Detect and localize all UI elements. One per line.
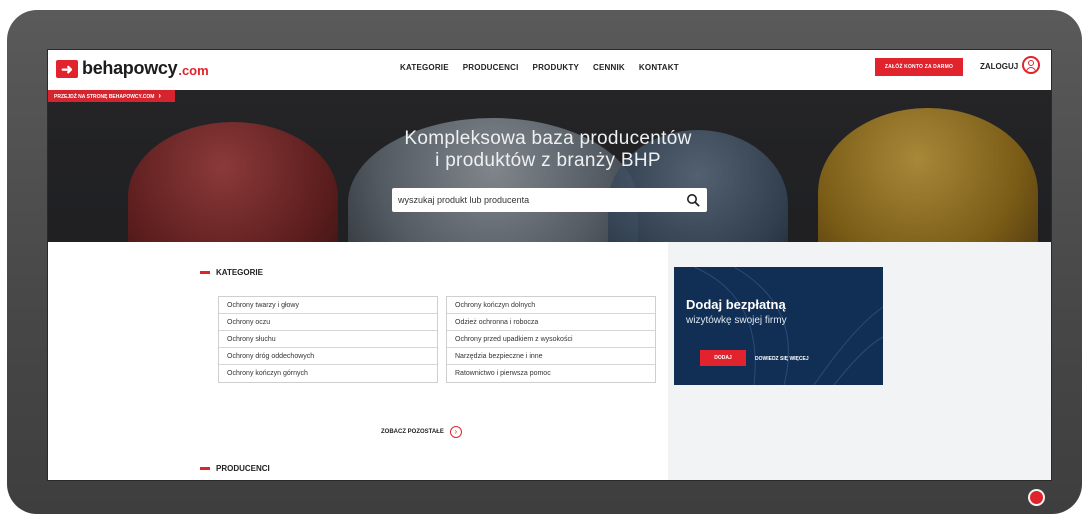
nav-item-cennik[interactable]: CENNIK <box>593 63 625 72</box>
nav-item-produkty[interactable]: PRODUKTY <box>533 63 580 72</box>
arrow-circle-icon: › <box>449 426 462 438</box>
category-item[interactable]: Ochrony kończyn dolnych <box>447 297 655 314</box>
login-link[interactable]: ZALOGUJ <box>980 62 1018 71</box>
browser-screen: ➜ behapowcy .com KATEGORIE PRODUCENCI PR… <box>48 50 1051 480</box>
categories-list-right: Ochrony kończyn dolnych Odzież ochronna … <box>446 296 656 383</box>
nav-item-producenci[interactable]: PRODUCENCI <box>463 63 519 72</box>
category-item[interactable]: Ochrony oczu <box>219 314 437 331</box>
categories-heading: KATEGORIE <box>200 268 263 277</box>
search-input[interactable] <box>398 188 678 212</box>
category-item[interactable]: Ochrony twarzy i głowy <box>219 297 437 314</box>
promo-title: Dodaj bezpłatną <box>686 297 786 312</box>
promo-pattern <box>693 267 883 385</box>
search-icon[interactable] <box>686 193 700 207</box>
goto-site-ribbon[interactable]: PRZEJDŹ NA STRONĘ BEHAPOWCY.COM › <box>48 90 176 102</box>
search-bar <box>392 188 707 212</box>
category-label: Ochrony przed upadkiem z wysokości <box>455 335 573 343</box>
category-label: Ochrony twarzy i głowy <box>227 301 299 309</box>
logo-arrow-icon: ➜ <box>56 59 78 78</box>
logo-tld: .com <box>178 63 209 78</box>
category-label: Ochrony kończyn dolnych <box>455 301 536 309</box>
see-more-link[interactable]: ZOBACZ POZOSTAŁE › <box>381 426 462 438</box>
hero-title-line1: Kompleksowa baza producentów <box>404 128 692 149</box>
heading-dash <box>200 271 210 274</box>
category-label: Ochrony kończyn górnych <box>227 370 308 377</box>
ribbon-label: PRZEJDŹ NA STRONĘ BEHAPOWCY.COM <box>54 94 155 100</box>
categories-list-left: Ochrony twarzy i głowy Ochrony oczu Ochr… <box>218 296 438 383</box>
categories-title: KATEGORIE <box>216 268 263 277</box>
producers-heading: PRODUCENCI <box>200 464 270 473</box>
see-more-label: ZOBACZ POZOSTAŁE <box>381 429 444 435</box>
category-item[interactable]: Odzież ochronna i robocza <box>447 314 655 331</box>
category-label: Odzież ochronna i robocza <box>455 318 539 326</box>
nav-item-kategorie[interactable]: KATEGORIE <box>400 63 449 72</box>
category-item[interactable]: Ochrony przed upadkiem z wysokości <box>447 331 655 348</box>
category-label: Ochrony dróg oddechowych <box>227 352 315 360</box>
promo-add-button[interactable]: DODAJ <box>700 350 746 366</box>
category-label: Ochrony słuchu <box>227 335 276 343</box>
category-label: Ochrony oczu <box>227 318 271 326</box>
category-item[interactable]: Ratownictwo i pierwsza pomoc <box>447 365 655 382</box>
category-label: Narzędzia bezpieczne i inne <box>455 352 543 360</box>
category-label: Ratownictwo i pierwsza pomoc <box>455 370 551 377</box>
main-menu: KATEGORIE PRODUCENCI PRODUKTY CENNIK KON… <box>400 63 679 72</box>
power-indicator <box>1030 491 1043 504</box>
main-content: KATEGORIE Ochrony twarzy i głowy Ochrony… <box>48 242 1051 480</box>
hero-banner: PRZEJDŹ NA STRONĘ BEHAPOWCY.COM › Komplek… <box>48 90 1051 242</box>
logo-brand: behapowcy <box>82 58 178 78</box>
category-item[interactable]: Narzędzia bezpieczne i inne <box>447 348 655 365</box>
create-account-button[interactable]: ZAŁÓŻ KONTO ZA DARMO <box>875 58 963 76</box>
promo-subtitle: wizytówkę swojej firmy <box>686 315 787 326</box>
nav-item-kontakt[interactable]: KONTAKT <box>639 63 679 72</box>
chevron-right-icon: › <box>158 91 162 100</box>
promo-learn-more-link[interactable]: DOWIEDZ SIĘ WIĘCEJ <box>755 356 809 362</box>
hero-title-line2: i produktów z branży BHP <box>435 150 661 171</box>
site-logo[interactable]: ➜ behapowcy .com <box>56 58 209 79</box>
category-item[interactable]: Ochrony dróg oddechowych <box>219 348 437 365</box>
heading-dash <box>200 467 210 470</box>
hero-title: Kompleksowa baza producentów i produktów… <box>348 128 748 172</box>
top-navbar: ➜ behapowcy .com KATEGORIE PRODUCENCI PR… <box>48 50 1051 88</box>
promo-card: Dodaj bezpłatną wizytówkę swojej firmy D… <box>674 267 883 385</box>
category-item[interactable]: Ochrony słuchu <box>219 331 437 348</box>
producers-title: PRODUCENCI <box>216 464 270 473</box>
user-icon[interactable] <box>1022 56 1040 74</box>
category-item[interactable]: Ochrony kończyn górnych <box>219 365 437 382</box>
